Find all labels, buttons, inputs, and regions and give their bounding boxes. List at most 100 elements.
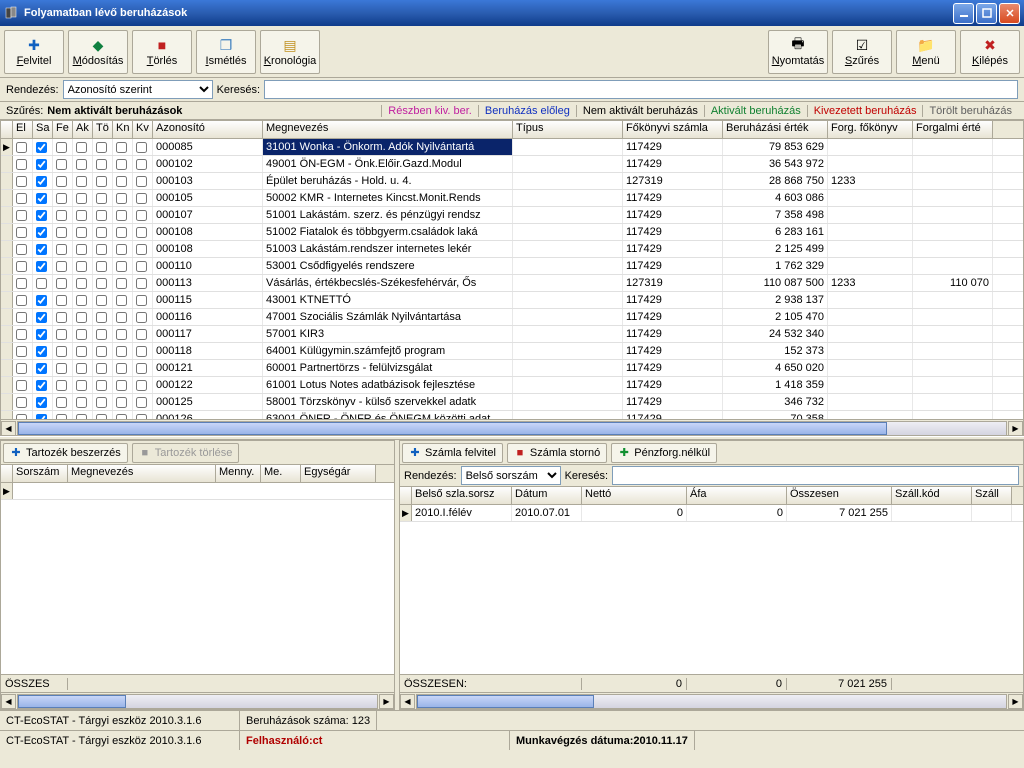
table-row[interactable]: 000113Vásárlás, értékbecslés-Székesfehér… <box>1 275 1023 292</box>
row-checkbox[interactable] <box>116 176 127 187</box>
checkbox-cell[interactable] <box>133 411 153 419</box>
checkbox-cell[interactable] <box>13 139 33 155</box>
row-checkbox[interactable] <box>36 414 47 420</box>
row-checkbox[interactable] <box>56 380 67 391</box>
col-azonosito[interactable]: Azonosító <box>153 121 263 138</box>
col-osszesen[interactable]: Összesen <box>787 487 892 504</box>
row-checkbox[interactable] <box>136 193 147 204</box>
row-checkbox[interactable] <box>76 346 87 357</box>
checkbox-cell[interactable] <box>53 156 73 172</box>
checkbox-cell[interactable] <box>53 173 73 189</box>
row-checkbox[interactable] <box>116 278 127 289</box>
checkbox-cell[interactable] <box>33 309 53 325</box>
grid-hscroll[interactable]: ◀ ▶ <box>1 419 1023 436</box>
checkbox-cell[interactable] <box>113 207 133 223</box>
checkbox-cell[interactable] <box>73 190 93 206</box>
row-checkbox[interactable] <box>136 159 147 170</box>
checkbox-cell[interactable] <box>73 275 93 291</box>
col-tipus[interactable]: Típus <box>513 121 623 138</box>
checkbox-cell[interactable] <box>53 343 73 359</box>
checkbox-cell[interactable] <box>33 292 53 308</box>
row-checkbox[interactable] <box>36 380 47 391</box>
checkbox-cell[interactable] <box>133 190 153 206</box>
checkbox-cell[interactable] <box>133 360 153 376</box>
delete-button[interactable]: ■Törlés <box>132 30 192 74</box>
row-checkbox[interactable] <box>96 329 107 340</box>
checkbox-cell[interactable] <box>53 309 73 325</box>
table-row[interactable]: 00012663001 ÖNFR - ÖNFR és ÖNEGM közötti… <box>1 411 1023 419</box>
checkbox-cell[interactable] <box>33 207 53 223</box>
row-checkbox[interactable] <box>116 295 127 306</box>
checkbox-cell[interactable] <box>73 258 93 274</box>
table-row[interactable]: 00010751001 Lakástám. szerz. és pénzügyi… <box>1 207 1023 224</box>
checkbox-cell[interactable] <box>113 275 133 291</box>
row-checkbox[interactable] <box>36 329 47 340</box>
checkbox-cell[interactable] <box>13 275 33 291</box>
col-szall[interactable]: Száll <box>972 487 1012 504</box>
row-checkbox[interactable] <box>56 210 67 221</box>
table-row[interactable]: ▶00008531001 Wonka - Önkorm. Adók Nyilvá… <box>1 139 1023 156</box>
row-checkbox[interactable] <box>116 227 127 238</box>
checkbox-cell[interactable] <box>73 139 93 155</box>
repeat-button[interactable]: ❐Ismétlés <box>196 30 256 74</box>
checkbox-cell[interactable] <box>113 258 133 274</box>
checkbox-cell[interactable] <box>113 360 133 376</box>
row-checkbox[interactable] <box>96 295 107 306</box>
checkbox-cell[interactable] <box>33 156 53 172</box>
row-checkbox[interactable] <box>56 363 67 374</box>
col-me[interactable]: Me. <box>261 465 301 482</box>
checkbox-cell[interactable] <box>13 224 33 240</box>
checkbox-cell[interactable] <box>113 190 133 206</box>
filter-tag-partial[interactable]: Részben kiv. ber. <box>381 105 478 117</box>
row-checkbox[interactable] <box>76 295 87 306</box>
checkbox-cell[interactable] <box>33 343 53 359</box>
row-checkbox[interactable] <box>16 278 27 289</box>
row-checkbox[interactable] <box>76 261 87 272</box>
scroll-left-icon[interactable]: ◀ <box>400 694 415 709</box>
row-checkbox[interactable] <box>36 193 47 204</box>
row-checkbox[interactable] <box>16 244 27 255</box>
row-checkbox[interactable] <box>96 346 107 357</box>
row-checkbox[interactable] <box>76 210 87 221</box>
checkbox-cell[interactable] <box>133 173 153 189</box>
row-checkbox[interactable] <box>96 397 107 408</box>
checkbox-cell[interactable] <box>33 360 53 376</box>
row-checkbox[interactable] <box>16 210 27 221</box>
checkbox-cell[interactable] <box>73 377 93 393</box>
filter-tag-removed[interactable]: Kivezetett beruházás <box>807 105 923 117</box>
row-checkbox[interactable] <box>36 261 47 272</box>
checkbox-cell[interactable] <box>113 309 133 325</box>
table-row[interactable]: 00011757001 KIR311742924 532 340 <box>1 326 1023 343</box>
checkbox-cell[interactable] <box>113 224 133 240</box>
checkbox-cell[interactable] <box>93 156 113 172</box>
row-checkbox[interactable] <box>136 278 147 289</box>
add-accessory-button[interactable]: ✚Tartozék beszerzés <box>3 443 128 463</box>
exit-button[interactable]: ✖Kilépés <box>960 30 1020 74</box>
table-row[interactable]: 00010851003 Lakástám.rendszer internetes… <box>1 241 1023 258</box>
row-checkbox[interactable] <box>16 159 27 170</box>
col-szallkod[interactable]: Száll.kód <box>892 487 972 504</box>
row-checkbox[interactable] <box>136 142 147 153</box>
checkbox-cell[interactable] <box>113 411 133 419</box>
accessories-hscroll[interactable]: ◀▶ <box>1 692 394 709</box>
table-row[interactable]: 00010851002 Fiatalok és többgyerm.család… <box>1 224 1023 241</box>
row-checkbox[interactable] <box>16 142 27 153</box>
row-checkbox[interactable] <box>136 244 147 255</box>
checkbox-cell[interactable] <box>93 292 113 308</box>
row-checkbox[interactable] <box>16 295 27 306</box>
row-checkbox[interactable] <box>116 397 127 408</box>
checkbox-cell[interactable] <box>33 139 53 155</box>
checkbox-cell[interactable] <box>53 190 73 206</box>
checkbox-cell[interactable] <box>53 394 73 410</box>
checkbox-cell[interactable] <box>93 394 113 410</box>
row-checkbox[interactable] <box>96 261 107 272</box>
row-checkbox[interactable] <box>76 142 87 153</box>
col-to[interactable]: Tö <box>93 121 113 138</box>
checkbox-cell[interactable] <box>133 156 153 172</box>
invoices-search-input[interactable] <box>612 466 1019 485</box>
minimize-button[interactable] <box>953 3 974 24</box>
row-checkbox[interactable] <box>136 261 147 272</box>
col-sorszam[interactable]: Sorszám <box>13 465 68 482</box>
row-checkbox[interactable] <box>36 346 47 357</box>
checkbox-cell[interactable] <box>113 156 133 172</box>
